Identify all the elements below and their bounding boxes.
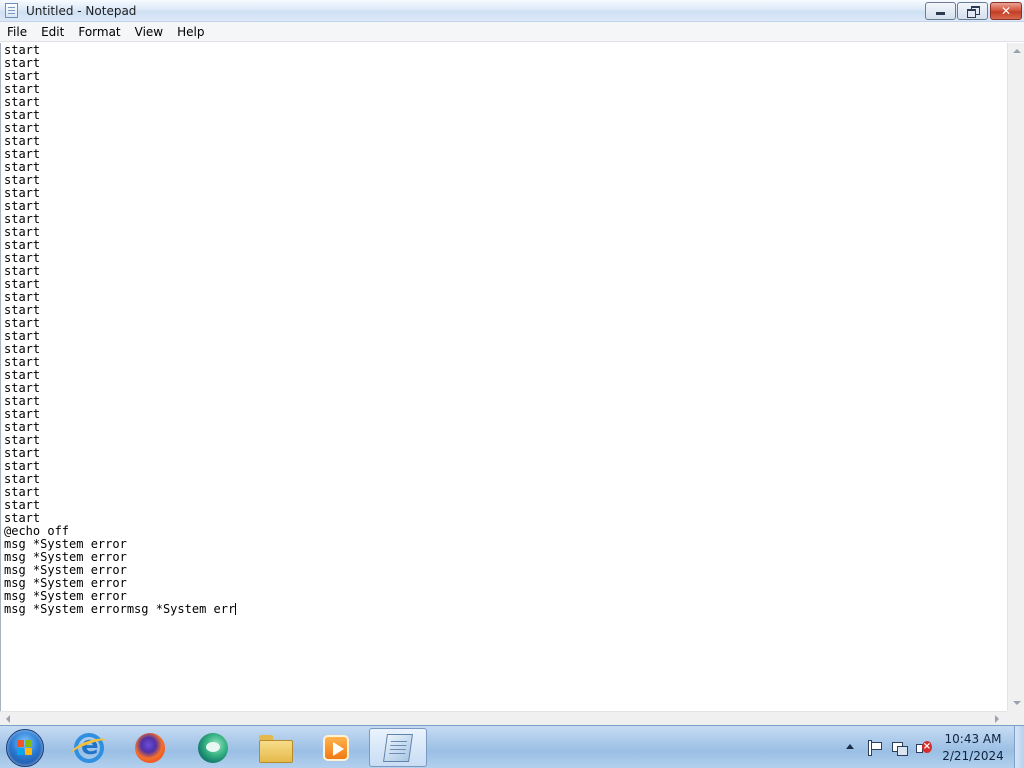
editor-text[interactable]: start start start start start start star… bbox=[4, 43, 237, 616]
taskbar-media-player[interactable] bbox=[307, 728, 365, 767]
windows-logo-icon bbox=[17, 740, 34, 756]
clock[interactable]: 10:43 AM 2/21/2024 bbox=[940, 731, 1006, 765]
horizontal-scrollbar[interactable] bbox=[0, 711, 1007, 725]
taskbar-internet-explorer[interactable] bbox=[60, 728, 118, 767]
minimize-icon bbox=[936, 12, 945, 15]
menu-bar: File Edit Format View Help bbox=[0, 22, 1024, 42]
edge-icon bbox=[198, 732, 228, 763]
start-button[interactable] bbox=[6, 729, 44, 767]
window-title: Untitled - Notepad bbox=[26, 4, 137, 18]
taskbar-file-explorer[interactable] bbox=[246, 728, 304, 767]
notepad-app-icon[interactable] bbox=[5, 3, 18, 18]
file-explorer-icon bbox=[259, 734, 293, 763]
show-desktop-button[interactable] bbox=[1014, 726, 1024, 768]
menu-file[interactable]: File bbox=[0, 22, 34, 42]
menu-edit[interactable]: Edit bbox=[34, 22, 71, 42]
close-icon: ✕ bbox=[1000, 4, 1012, 18]
scroll-up-icon[interactable] bbox=[1013, 49, 1021, 53]
network-icon[interactable] bbox=[891, 740, 908, 756]
clock-time: 10:43 AM bbox=[944, 732, 1002, 746]
restore-icon bbox=[966, 6, 980, 18]
vertical-scrollbar[interactable] bbox=[1007, 43, 1024, 711]
media-player-icon bbox=[323, 734, 349, 761]
menu-view[interactable]: View bbox=[128, 22, 170, 42]
text-editor[interactable]: start start start start start start star… bbox=[0, 43, 1007, 711]
text-caret bbox=[235, 603, 237, 615]
taskbar-firefox[interactable] bbox=[121, 728, 179, 767]
scroll-left-icon[interactable] bbox=[6, 715, 10, 723]
firefox-icon bbox=[135, 732, 165, 763]
size-grip[interactable] bbox=[1007, 711, 1024, 725]
scroll-right-icon[interactable] bbox=[995, 715, 999, 723]
taskbar-notepad[interactable] bbox=[369, 728, 427, 767]
taskbar: 10:43 AM 2/21/2024 bbox=[0, 725, 1024, 768]
action-center-flag-icon[interactable] bbox=[866, 740, 882, 756]
show-hidden-icons-icon[interactable] bbox=[846, 744, 854, 749]
clock-date: 2/21/2024 bbox=[942, 749, 1004, 763]
title-bar[interactable]: Untitled - Notepad ✕ bbox=[0, 0, 1024, 22]
volume-muted-icon[interactable] bbox=[915, 740, 932, 756]
taskbar-edge[interactable] bbox=[184, 728, 242, 767]
close-button[interactable]: ✕ bbox=[990, 2, 1022, 20]
menu-format[interactable]: Format bbox=[71, 22, 127, 42]
menu-help[interactable]: Help bbox=[170, 22, 211, 42]
editor-content: start start start start start start star… bbox=[4, 43, 236, 616]
internet-explorer-icon bbox=[74, 731, 104, 763]
minimize-button[interactable] bbox=[925, 2, 956, 20]
scroll-down-icon[interactable] bbox=[1013, 701, 1021, 705]
restore-button[interactable] bbox=[957, 2, 988, 20]
notepad-icon bbox=[383, 733, 413, 762]
